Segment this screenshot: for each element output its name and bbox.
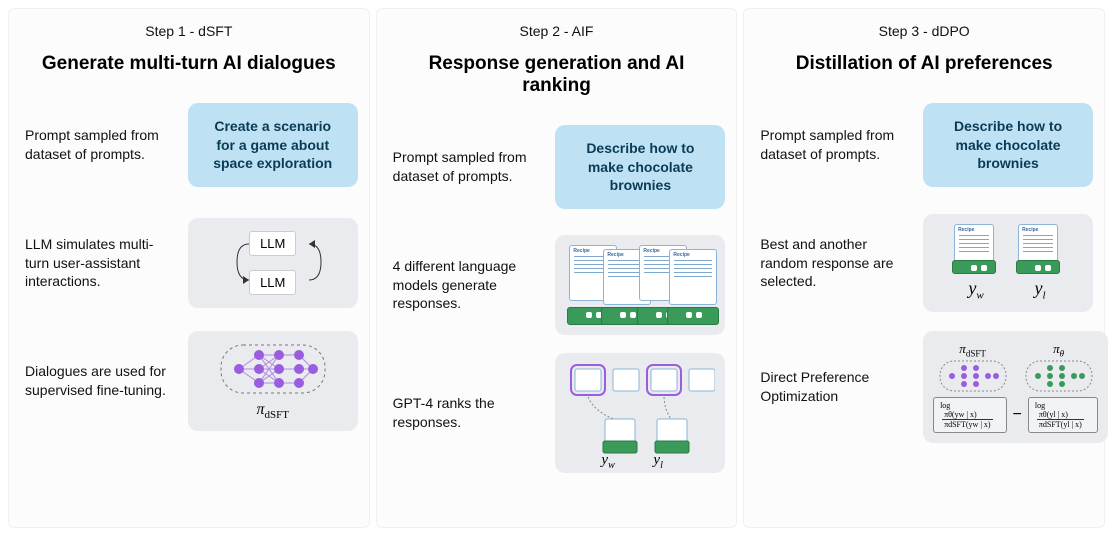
pi-dsft-label: πdSFT [256, 401, 288, 421]
column-ddpo: Step 3 - dDPO Distillation of AI prefere… [743, 8, 1105, 528]
prompt-card: Create a scenario for a game about space… [188, 103, 358, 188]
pair-icon: yw yl [923, 214, 1093, 312]
column-dsft: Step 1 - dSFT Generate multi-turn AI dia… [8, 8, 370, 528]
row-llm: LLM simulates multi-turn user-assistant … [25, 213, 353, 313]
yl-label: yl [653, 452, 662, 471]
dpo-equations: log πθ(yw | x) πdSFT(yw | x) − log πθ(yl… [933, 397, 1098, 433]
row-desc: Dialogues are used for supervised fine-t… [25, 362, 176, 400]
pi-dsft-net: πdSFT [938, 341, 1008, 393]
prompt-card: Describe how to make chocolate brownies [923, 103, 1093, 188]
step-label: Step 1 - dSFT [25, 23, 353, 39]
row-prompt: Prompt sampled from dataset of prompts. … [760, 95, 1088, 195]
row-prompt: Prompt sampled from dataset of prompts. … [393, 117, 721, 217]
row-dpo: Direct Preference Optimization πdSFT πθ [760, 331, 1088, 443]
row-sft: Dialogues are used for supervised fine-t… [25, 331, 353, 431]
row-rank: GPT-4 ranks the responses. [393, 353, 721, 473]
rank-graph-icon [565, 363, 715, 463]
column-heading: Distillation of AI preferences [760, 53, 1088, 75]
llm-loop-icon: LLM LLM [188, 218, 358, 308]
four-models-icon [555, 235, 725, 335]
row-desc: Prompt sampled from dataset of prompts. [25, 126, 176, 164]
ranking-icon: yw yl [555, 353, 725, 473]
log-ratio-yw: log πθ(yw | x) πdSFT(yw | x) [933, 397, 1006, 433]
row-desc: Best and another random response are sel… [760, 235, 911, 292]
column-aif: Step 2 - AIF Response generation and AI … [376, 8, 738, 528]
network-icon [213, 341, 333, 397]
row-prompt: Prompt sampled from dataset of prompts. … [25, 95, 353, 195]
neural-net-icon: πdSFT [188, 331, 358, 431]
row-desc: Prompt sampled from dataset of prompts. [760, 126, 911, 164]
pi-theta-net: πθ [1024, 341, 1094, 393]
row-desc: GPT-4 ranks the responses. [393, 394, 544, 432]
column-heading: Response generation and AI ranking [393, 53, 721, 97]
prompt-card: Describe how to make chocolate brownies [555, 125, 725, 210]
yw-card: yw [954, 224, 998, 302]
step-label: Step 2 - AIF [393, 23, 721, 39]
row-generate: 4 different language models generate res… [393, 235, 721, 335]
row-desc: Prompt sampled from dataset of prompts. [393, 148, 544, 186]
log-ratio-yl: log πθ(yl | x) πdSFT(yl | x) [1028, 397, 1098, 433]
row-desc: Direct Preference Optimization [760, 368, 911, 406]
loop-arrows-icon [219, 226, 339, 296]
row-select: Best and another random response are sel… [760, 213, 1088, 313]
yw-label: yw [601, 452, 614, 471]
row-desc: LLM simulates multi-turn user-assistant … [25, 235, 176, 292]
row-desc: 4 different language models generate res… [393, 257, 544, 314]
yl-card: yl [1018, 224, 1062, 302]
step-label: Step 3 - dDPO [760, 23, 1088, 39]
dpo-icon: πdSFT πθ log [923, 331, 1108, 443]
column-heading: Generate multi-turn AI dialogues [25, 53, 353, 75]
